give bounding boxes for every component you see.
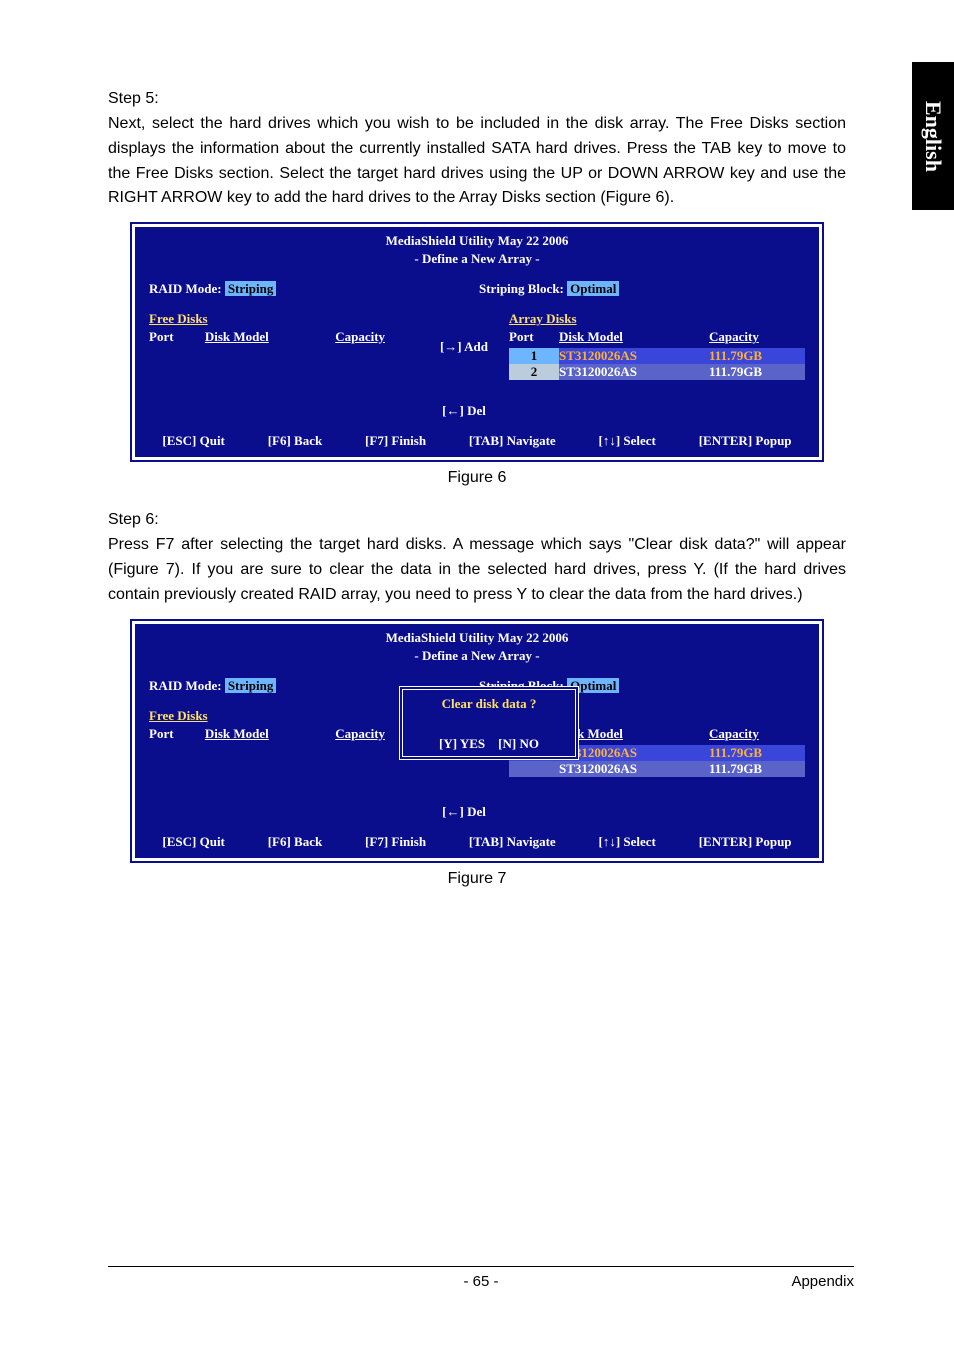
free-disks-panel-b[interactable]: Free Disks Port Disk Model Capacity <box>149 708 419 824</box>
enter-popup[interactable]: [ENTER] Popup <box>699 433 792 449</box>
col-model-r: Disk Model <box>559 329 709 345</box>
dialog-yes[interactable]: [Y] YES <box>439 736 485 751</box>
language-tab: English <box>912 62 954 210</box>
array-disks-panel[interactable]: Array Disks Port Disk Model Capacity 1 S… <box>509 311 805 423</box>
bios-title-2b: - Define a New Array - <box>135 648 819 664</box>
tab-navigate[interactable]: [TAB] Navigate <box>469 433 556 449</box>
enter-popup-b[interactable]: [ENTER] Popup <box>699 834 792 850</box>
del-action-b[interactable]: [←] Del <box>419 804 509 820</box>
bios-title-1b: MediaShield Utility May 22 2006 <box>135 630 819 646</box>
col-port: Port <box>149 329 205 345</box>
col-port-r: Port <box>509 329 559 345</box>
array-disks-heading: Array Disks <box>509 311 805 327</box>
arrows-select-b[interactable]: [↑↓] Select <box>599 834 656 850</box>
array-row[interactable]: 2 ST3120026AS 111.79GB <box>509 364 805 380</box>
col-port-b: Port <box>149 726 205 742</box>
esc-quit[interactable]: [ESC] Quit <box>162 433 224 449</box>
striping-block-value[interactable]: Optimal <box>567 281 619 296</box>
figure-7-caption: Figure 7 <box>108 870 846 888</box>
esc-quit-b[interactable]: [ESC] Quit <box>162 834 224 850</box>
dialog-question: Clear disk data ? <box>407 696 571 712</box>
col-capacity-r: Capacity <box>709 329 799 345</box>
col-model: Disk Model <box>205 329 335 345</box>
bios-button-bar: [ESC] Quit [F6] Back [F7] Finish [TAB] N… <box>135 423 819 457</box>
raid-mode-value[interactable]: Striping <box>225 281 277 296</box>
f7-finish-b[interactable]: [F7] Finish <box>365 834 426 850</box>
bios-figure-6: MediaShield Utility May 22 2006 - Define… <box>127 219 827 465</box>
f7-finish[interactable]: [F7] Finish <box>365 433 426 449</box>
f6-back-b[interactable]: [F6] Back <box>268 834 323 850</box>
col-capacity: Capacity <box>335 329 419 345</box>
clear-disk-dialog: Clear disk data ? [Y] YES [N] NO <box>399 686 579 760</box>
col-model-rb: Disk Model <box>559 726 709 742</box>
free-disks-heading-b: Free Disks <box>149 708 419 724</box>
free-disks-panel[interactable]: Free Disks Port Disk Model Capacity <box>149 311 419 423</box>
add-action[interactable]: [→] Add <box>419 339 509 355</box>
tab-navigate-b[interactable]: [TAB] Navigate <box>469 834 556 850</box>
dialog-no[interactable]: [N] NO <box>498 736 539 751</box>
array-row-b[interactable]: 2 ST3120026AS 111.79GB <box>509 761 805 777</box>
raid-mode-label-b: RAID Mode: <box>149 678 222 693</box>
step5-label: Step 5: <box>108 90 846 108</box>
col-capacity-rb: Capacity <box>709 726 799 742</box>
bios-figure-7: MediaShield Utility May 22 2006 - Define… <box>127 616 827 866</box>
figure-6-caption: Figure 6 <box>108 469 846 487</box>
arrows-select[interactable]: [↑↓] Select <box>599 433 656 449</box>
array-row-selected[interactable]: 1 ST3120026AS 111.79GB <box>509 348 805 364</box>
page-content: Step 5: Next, select the hard drives whi… <box>108 90 846 912</box>
bios-title-2: - Define a New Array - <box>135 251 819 267</box>
striping-block-label: Striping Block: <box>479 281 564 296</box>
page-footer: - 65 - Appendix <box>108 1266 854 1290</box>
step6-label: Step 6: <box>108 511 846 529</box>
free-disks-heading: Free Disks <box>149 311 419 327</box>
bios-title-1: MediaShield Utility May 22 2006 <box>135 233 819 249</box>
step6-text: Press F7 after selecting the target hard… <box>108 533 846 607</box>
raid-mode-value-b[interactable]: Striping <box>225 678 277 693</box>
bios-header: MediaShield Utility May 22 2006 - Define… <box>135 227 819 273</box>
section-name: Appendix <box>791 1273 854 1290</box>
f6-back[interactable]: [F6] Back <box>268 433 323 449</box>
step5-text: Next, select the hard drives which you w… <box>108 112 846 211</box>
page-number: - 65 - <box>463 1273 498 1290</box>
col-model-b: Disk Model <box>205 726 335 742</box>
del-action[interactable]: [←] Del <box>419 403 509 419</box>
raid-mode-label: RAID Mode: <box>149 281 222 296</box>
